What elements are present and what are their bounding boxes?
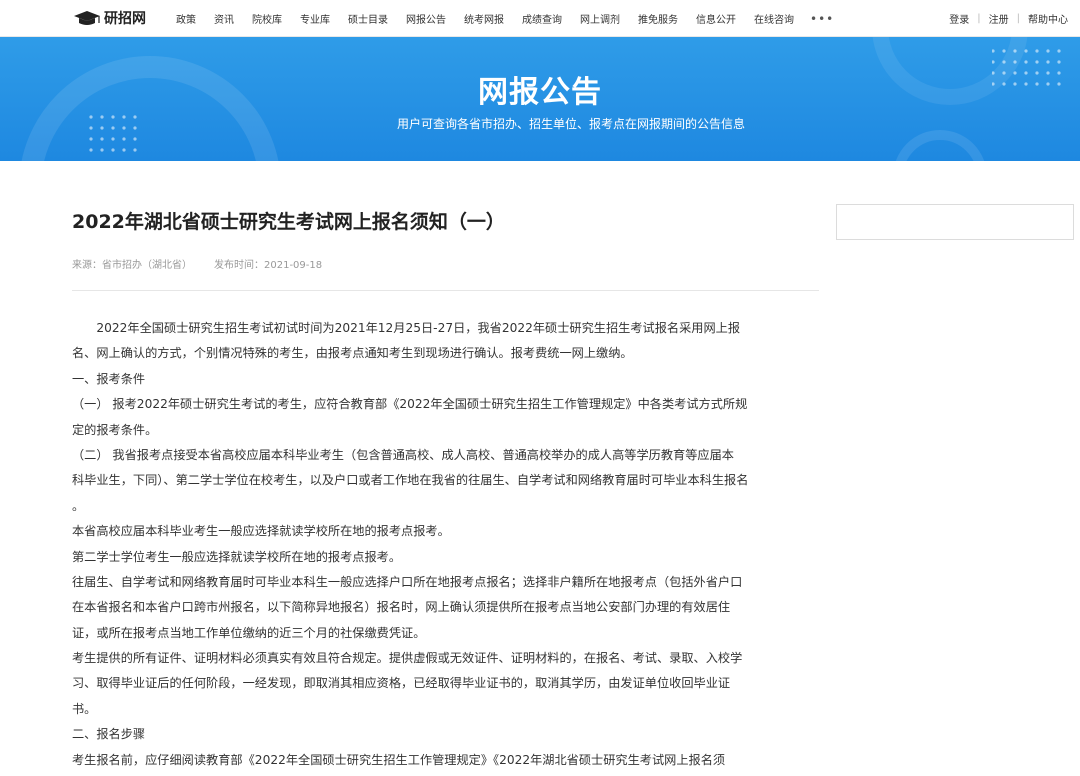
nav-item-score-query[interactable]: 成绩查询 bbox=[522, 11, 562, 26]
more-menu-icon[interactable]: ••• bbox=[810, 12, 834, 26]
body-line: 在本省报名和本省户口跨市州报名，以下简称异地报名）报名时，网上确认须提供所在报考… bbox=[72, 600, 731, 615]
nav-item-policy[interactable]: 政策 bbox=[176, 11, 196, 26]
banner-subtitle: 用户可查询各省市招办、招生单位、报考点在网报期间的公告信息 bbox=[396, 117, 745, 131]
article-date: 发布时间：2021-09-18 bbox=[214, 260, 323, 271]
nav-item-info-disclosure[interactable]: 信息公开 bbox=[696, 11, 736, 26]
article-body: 2022年全国硕士研究生招生考试初试时间为2021年12月25日-27日，我省2… bbox=[72, 316, 822, 773]
separator: | bbox=[977, 13, 981, 24]
body-line: 2022年全国硕士研究生招生考试初试时间为2021年12月25日-27日，我省2… bbox=[72, 321, 741, 335]
body-line: 名、网上确认的方式，个别情况特殊的考生，由报考点通知考生到现场进行确认。报考费统… bbox=[72, 346, 633, 361]
logo-text: 研招网 bbox=[104, 11, 146, 27]
body-line: （一） 报考2022年硕士研究生考试的考生，应符合教育部《2022年全国硕士研究… bbox=[72, 397, 748, 412]
body-line: 考生报名前，应仔细阅读教育部《2022年全国硕士研究生招生工作管理规定》《202… bbox=[72, 752, 726, 767]
nav-item-exam-registration[interactable]: 统考网报 bbox=[464, 11, 504, 26]
help-center-link[interactable]: 帮助中心 bbox=[1028, 11, 1068, 26]
body-line: 本省高校应届本科毕业考生一般应选择就读学校所在地的报考点报考。 bbox=[72, 524, 450, 539]
body-line: 第二学士学位考生一般应选择就读学校所在地的报考点报考。 bbox=[72, 549, 402, 564]
body-line: 科毕业生，下同）、第二学士学位在校考生，以及户口或者工作地在我省的往届生、自学考… bbox=[72, 473, 749, 488]
body-line: 考生提供的所有证件、证明材料必须真实有效且符合规定。提供虚假或无效证件、证明材料… bbox=[72, 651, 743, 666]
banner: 网报公告 用户可查询各省市招办、招生单位、报考点在网报期间的公告信息 bbox=[0, 37, 1080, 161]
nav-item-adjustment[interactable]: 网上调剂 bbox=[580, 11, 620, 26]
login-link[interactable]: 登录 bbox=[949, 11, 969, 26]
body-line: 书。 bbox=[72, 701, 97, 716]
user-links: 登录 | 注册 | 帮助中心 bbox=[949, 0, 1068, 37]
top-nav-bar: 研招网 政策 资讯 院校库 专业库 硕士目录 网报公告 统考网报 成绩查询 网上… bbox=[0, 0, 1080, 37]
separator: | bbox=[1016, 13, 1020, 24]
nav-item-online-consult[interactable]: 在线咨询 bbox=[754, 11, 794, 26]
article-source: 来源：省市招办（湖北省） bbox=[72, 260, 192, 271]
body-line: 。 bbox=[72, 498, 85, 513]
article-title: 2022年湖北省硕士研究生考试网上报名须知（一） bbox=[72, 211, 505, 233]
body-line: 定的报考条件。 bbox=[72, 422, 158, 437]
section-heading: 一、报考条件 bbox=[72, 371, 146, 386]
article-meta: 来源：省市招办（湖北省） 发布时间：2021-09-18 bbox=[72, 256, 322, 271]
divider bbox=[72, 290, 819, 291]
body-line: 习、取得毕业证后的任何阶段，一经发现，即取消其相应资格，已经取得毕业证书的，取消… bbox=[72, 676, 731, 691]
nav-item-recommendation[interactable]: 推免服务 bbox=[638, 11, 678, 26]
section-heading: 二、报名步骤 bbox=[72, 727, 146, 742]
nav-item-schools[interactable]: 院校库 bbox=[252, 11, 282, 26]
body-line: （二） 我省报考点接受本省高校应届本科毕业考生（包含普通高校、成人高校、普通高校… bbox=[72, 447, 734, 462]
body-line: 证，或所在报考点当地工作单位缴纳的近三个月的社保缴费凭证。 bbox=[72, 625, 426, 640]
body-line: 往届生、自学考试和网络教育届时可毕业本科生一般应选择户口所在地报考点报名；选择非… bbox=[72, 574, 743, 589]
nav-item-master-catalog[interactable]: 硕士目录 bbox=[348, 11, 388, 26]
sidebar-box bbox=[836, 204, 1074, 240]
site-logo[interactable]: 研招网 bbox=[72, 8, 146, 28]
main-nav: 政策 资讯 院校库 专业库 硕士目录 网报公告 统考网报 成绩查询 网上调剂 推… bbox=[176, 0, 852, 37]
graduation-cap-icon bbox=[74, 11, 100, 25]
nav-item-news[interactable]: 资讯 bbox=[214, 11, 234, 26]
nav-item-announcements[interactable]: 网报公告 bbox=[406, 11, 446, 26]
register-link[interactable]: 注册 bbox=[989, 11, 1009, 26]
nav-item-majors[interactable]: 专业库 bbox=[300, 11, 330, 26]
banner-title: 网报公告 bbox=[478, 75, 602, 110]
